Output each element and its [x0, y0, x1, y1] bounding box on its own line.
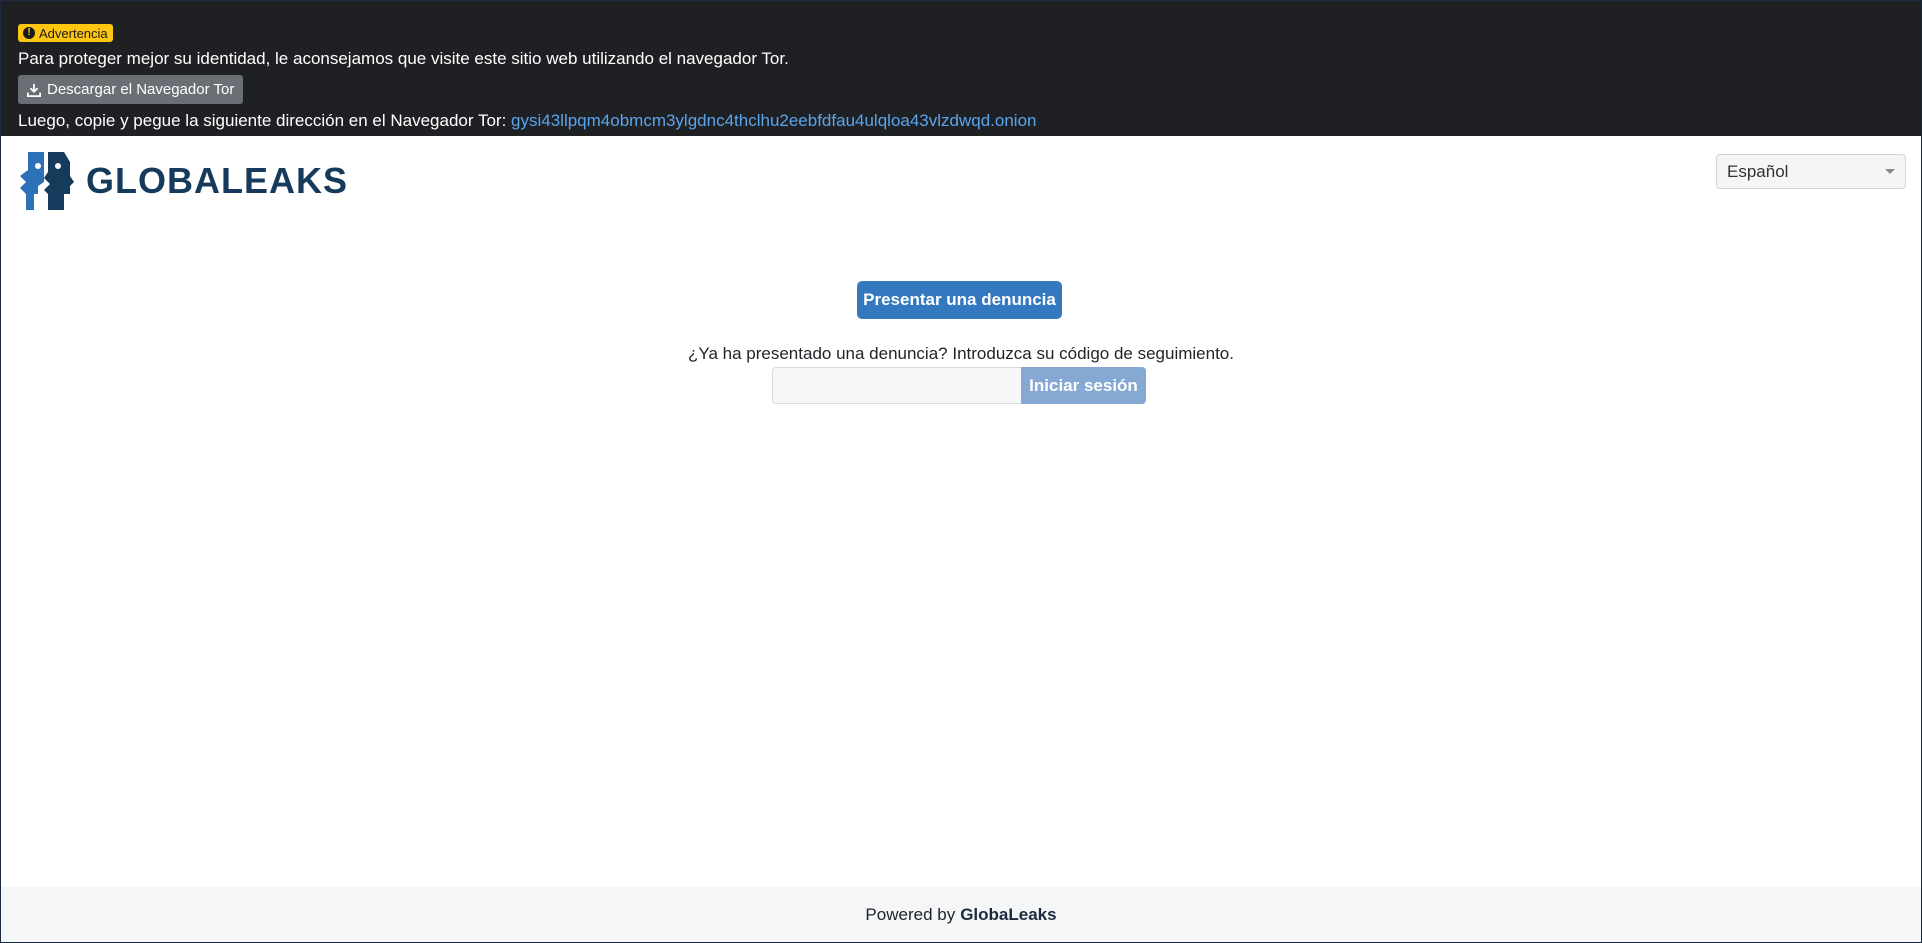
- language-select[interactable]: Español: [1716, 154, 1906, 189]
- login-button[interactable]: Iniciar sesión: [1021, 367, 1146, 404]
- globaleaks-link[interactable]: GlobaLeaks: [960, 905, 1056, 925]
- submit-report-button[interactable]: Presentar una denuncia: [857, 281, 1062, 319]
- tor-address-line: Luego, copie y pegue la siguiente direcc…: [18, 110, 1904, 132]
- download-tor-label: Descargar el Navegador Tor: [47, 81, 235, 98]
- download-icon: [27, 83, 41, 97]
- footer: Powered by GlobaLeaks: [1, 887, 1921, 942]
- logo-icon: [20, 152, 74, 210]
- tor-warning-banner: ! Advertencia Para proteger mejor su ide…: [1, 1, 1921, 136]
- warning-badge: ! Advertencia: [18, 24, 113, 42]
- tor-warning-message: Para proteger mejor su identidad, le aco…: [18, 49, 789, 68]
- download-tor-button[interactable]: Descargar el Navegador Tor: [18, 75, 244, 104]
- exclamation-circle-icon: !: [23, 27, 35, 39]
- globaleaks-logo[interactable]: GLOBALEAKS: [18, 152, 348, 210]
- receipt-code-input[interactable]: [772, 367, 1021, 404]
- powered-by-text: Powered by: [865, 904, 956, 924]
- receipt-prompt: ¿Ya ha presentado una denuncia? Introduz…: [688, 344, 1234, 363]
- warning-badge-label: Advertencia: [39, 25, 108, 41]
- chevron-down-icon: [1885, 169, 1895, 174]
- language-selected: Español: [1727, 161, 1789, 181]
- onion-address-link[interactable]: gysi43llpqm4obmcm3ylgdnc4thclhu2eebfdfau…: [511, 111, 1036, 130]
- logo-text: GLOBALEAKS: [86, 160, 348, 201]
- tor-address-prefix: Luego, copie y pegue la siguiente direcc…: [18, 111, 507, 130]
